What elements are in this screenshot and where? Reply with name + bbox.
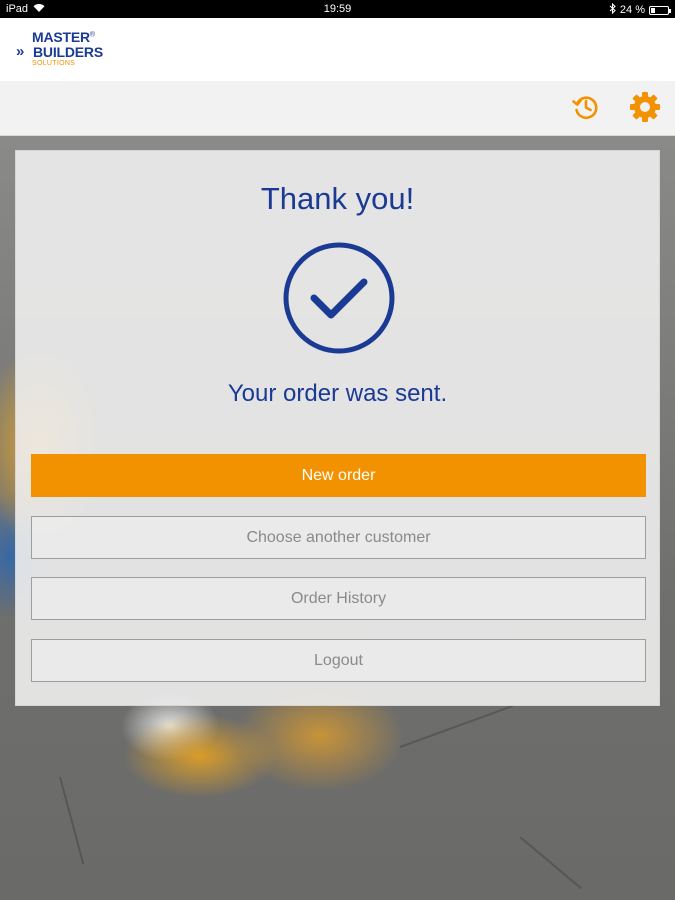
battery-icon — [649, 5, 671, 15]
settings-gear-icon[interactable] — [628, 90, 662, 124]
master-builders-logo: MASTER® » BUILDERS SOLUTIONS — [16, 30, 103, 67]
order-history-button[interactable]: Order History — [31, 577, 646, 620]
status-bar: iPad 19:59 24 % — [0, 0, 675, 18]
choose-another-customer-button[interactable]: Choose another customer — [31, 516, 646, 559]
logo-line-solutions: SOLUTIONS — [32, 60, 76, 67]
logout-button[interactable]: Logout — [31, 639, 646, 682]
new-order-button[interactable]: New order — [31, 454, 646, 497]
app-header: MASTER® » BUILDERS SOLUTIONS — [0, 18, 675, 81]
history-icon[interactable] — [569, 90, 603, 124]
check-circle-icon — [282, 241, 396, 360]
order-sent-message: Your order was sent. — [227, 380, 448, 407]
bluetooth-icon — [609, 2, 616, 17]
status-right: 24 % — [609, 2, 671, 17]
logo-line-master: MASTER® — [32, 29, 95, 45]
logo-line-builders: » BUILDERS — [16, 43, 103, 60]
status-time: 19:59 — [323, 3, 352, 15]
logo-chevron-icon: » — [16, 43, 24, 60]
toolbar — [0, 81, 675, 136]
order-confirmation-card: Thank you! Your order was sent. New orde… — [15, 150, 660, 706]
battery-percent: 24 % — [619, 4, 645, 16]
thank-you-title: Thank you! — [260, 181, 415, 216]
